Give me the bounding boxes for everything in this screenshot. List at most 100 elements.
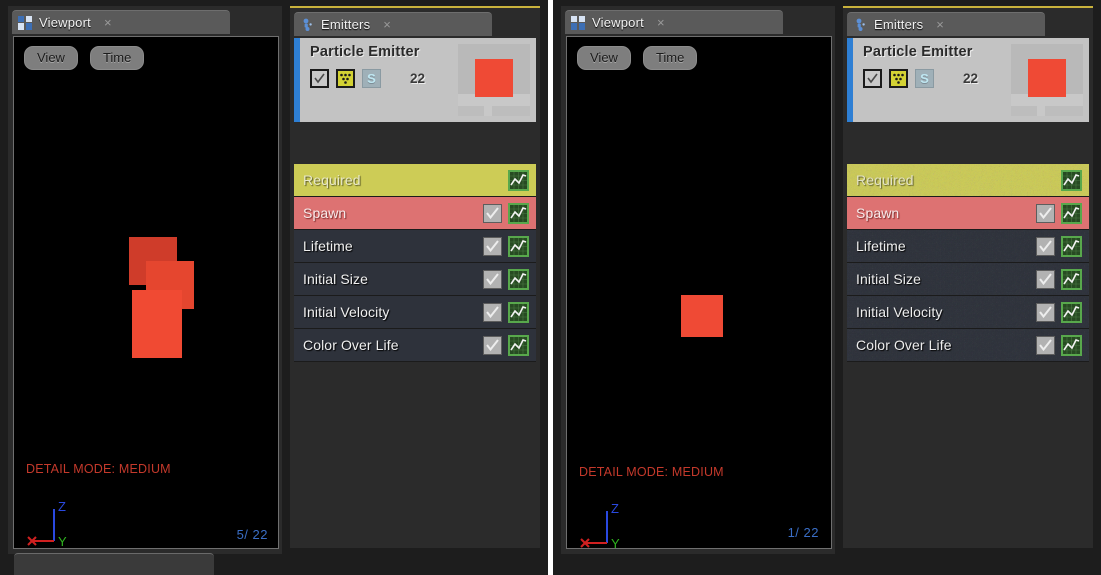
emitters-body-left: Particle Emitter S 22 Required Spawn Lif… bbox=[290, 36, 540, 548]
module-label: Initial Velocity bbox=[856, 304, 943, 320]
emitter-name: Particle Emitter bbox=[863, 44, 973, 60]
time-menu-button[interactable]: Time bbox=[642, 46, 698, 70]
viewport-quad-icon bbox=[18, 15, 32, 30]
tab-emitters-left[interactable]: Emitters × bbox=[294, 12, 492, 36]
emitter-solo-button[interactable]: S bbox=[915, 69, 934, 88]
emitter-enabled-checkbox[interactable] bbox=[310, 69, 329, 88]
module-row-required[interactable]: Required bbox=[847, 164, 1089, 197]
viewport-tabstrip-left: Viewport × bbox=[8, 6, 282, 34]
axis-gizmo-left: Z Y bbox=[22, 497, 82, 549]
svg-text:Y: Y bbox=[611, 536, 620, 549]
curve-editor-icon[interactable] bbox=[508, 301, 529, 323]
time-menu-button[interactable]: Time bbox=[89, 46, 145, 70]
module-enabled-checkbox[interactable] bbox=[1036, 335, 1055, 355]
curve-editor-icon[interactable] bbox=[1061, 301, 1082, 323]
screenshot-root: Viewport × View Time DETAIL MODE: MEDIUM… bbox=[0, 0, 1101, 575]
viewport-canvas-right[interactable]: View Time DETAIL MODE: MEDIUM Z Y 1/ 22 bbox=[566, 36, 832, 549]
viewport-canvas-left[interactable]: View Time DETAIL MODE: MEDIUM Z Y 5/ 22 bbox=[13, 36, 279, 549]
module-row-initial-size[interactable]: Initial Size bbox=[294, 263, 536, 296]
module-label: Initial Size bbox=[856, 271, 922, 287]
emitter-header-left[interactable]: Particle Emitter S 22 bbox=[294, 38, 536, 122]
module-enabled-checkbox[interactable] bbox=[1036, 302, 1055, 322]
module-row-required[interactable]: Required bbox=[294, 164, 536, 197]
tab-label: Viewport bbox=[592, 15, 644, 30]
module-row-initial-velocity[interactable]: Initial Velocity bbox=[294, 296, 536, 329]
cascade-window-left: Viewport × View Time DETAIL MODE: MEDIUM… bbox=[0, 0, 548, 575]
curve-editor-icon[interactable] bbox=[508, 202, 529, 224]
emitters-tabstrip-left: Emitters × bbox=[290, 8, 540, 36]
module-row-lifetime[interactable]: Lifetime bbox=[847, 230, 1089, 263]
emitter-enabled-checkbox[interactable] bbox=[863, 69, 882, 88]
curve-editor-icon[interactable] bbox=[1061, 169, 1082, 191]
viewport-body-right: View Time DETAIL MODE: MEDIUM Z Y 1/ 22 bbox=[561, 34, 835, 554]
curve-editor-icon[interactable] bbox=[508, 169, 529, 191]
particle-sprite bbox=[132, 290, 182, 358]
emitters-body-right: Particle Emitter S 22 Required Spawn Lif… bbox=[843, 36, 1093, 548]
detail-mode-label: DETAIL MODE: MEDIUM bbox=[26, 462, 171, 476]
svg-text:Y: Y bbox=[58, 534, 67, 549]
module-enabled-checkbox[interactable] bbox=[483, 335, 502, 355]
emitters-tabstrip-right: Emitters × bbox=[843, 8, 1093, 36]
curve-editor-icon[interactable] bbox=[508, 235, 529, 257]
curve-editor-icon[interactable] bbox=[1061, 235, 1082, 257]
viewport-toolbar-left: View Time bbox=[24, 46, 145, 70]
module-label: Spawn bbox=[856, 205, 900, 221]
module-label: Initial Velocity bbox=[303, 304, 390, 320]
tab-emitters-right[interactable]: Emitters × bbox=[847, 12, 1045, 36]
emitter-particle-icon bbox=[300, 18, 314, 32]
module-row-spawn[interactable]: Spawn bbox=[294, 197, 536, 230]
module-label: Required bbox=[856, 172, 914, 188]
module-enabled-checkbox[interactable] bbox=[483, 236, 502, 256]
module-enabled-checkbox[interactable] bbox=[1036, 203, 1055, 223]
view-menu-button[interactable]: View bbox=[577, 46, 631, 70]
emitter-particle-icon bbox=[853, 18, 867, 32]
module-row-lifetime[interactable]: Lifetime bbox=[294, 230, 536, 263]
close-icon[interactable]: × bbox=[101, 16, 115, 29]
tab-label: Emitters bbox=[874, 17, 924, 32]
viewport-panel-left: Viewport × View Time DETAIL MODE: MEDIUM… bbox=[8, 6, 282, 554]
module-label: Lifetime bbox=[856, 238, 906, 254]
module-enabled-checkbox[interactable] bbox=[1036, 269, 1055, 289]
emitter-header-right[interactable]: Particle Emitter S 22 bbox=[847, 38, 1089, 122]
tab-viewport-left[interactable]: Viewport × bbox=[12, 10, 230, 34]
tab-label: Emitters bbox=[321, 17, 371, 32]
module-row-color-over-life[interactable]: Color Over Life bbox=[294, 329, 536, 362]
module-label: Required bbox=[303, 172, 361, 188]
view-menu-button[interactable]: View bbox=[24, 46, 78, 70]
module-row-spawn[interactable]: Spawn bbox=[847, 197, 1089, 230]
module-row-initial-velocity[interactable]: Initial Velocity bbox=[847, 296, 1089, 329]
module-enabled-checkbox[interactable] bbox=[483, 302, 502, 322]
emitter-solo-button[interactable]: S bbox=[362, 69, 381, 88]
curve-editor-icon[interactable] bbox=[1061, 334, 1082, 356]
particle-preview-thumbnail bbox=[458, 44, 530, 116]
close-icon[interactable]: × bbox=[933, 18, 947, 31]
particle-preview-thumbnail bbox=[1011, 44, 1083, 116]
viewport-quad-icon bbox=[571, 15, 585, 30]
module-row-initial-size[interactable]: Initial Size bbox=[847, 263, 1089, 296]
emitter-name: Particle Emitter bbox=[310, 44, 420, 60]
module-label: Color Over Life bbox=[303, 337, 399, 353]
curve-editor-icon[interactable] bbox=[508, 334, 529, 356]
emitters-panel-left: Emitters × Particle Emitter S 22 Require… bbox=[290, 6, 540, 548]
curve-editor-icon[interactable] bbox=[1061, 202, 1082, 224]
curve-editor-icon[interactable] bbox=[1061, 268, 1082, 290]
module-label: Color Over Life bbox=[856, 337, 952, 353]
module-list-left: Required Spawn Lifetime Initial Size Ini… bbox=[294, 164, 536, 362]
emitter-particle-count: 22 bbox=[410, 71, 426, 86]
tab-viewport-right[interactable]: Viewport × bbox=[565, 10, 783, 34]
close-icon[interactable]: × bbox=[654, 16, 668, 29]
curve-editor-icon[interactable] bbox=[508, 268, 529, 290]
module-row-color-over-life[interactable]: Color Over Life bbox=[847, 329, 1089, 362]
bottom-tabstrip-partial-left[interactable] bbox=[14, 553, 214, 575]
emitters-panel-right: Emitters × Particle Emitter S 22 Require… bbox=[843, 6, 1093, 548]
cascade-window-right: Viewport × View Time DETAIL MODE: MEDIUM bbox=[553, 0, 1101, 575]
module-enabled-checkbox[interactable] bbox=[1036, 236, 1055, 256]
svg-text:Z: Z bbox=[58, 499, 66, 514]
emitter-toggle-icon[interactable] bbox=[336, 69, 355, 88]
svg-text:Z: Z bbox=[611, 501, 619, 516]
module-enabled-checkbox[interactable] bbox=[483, 269, 502, 289]
module-enabled-checkbox[interactable] bbox=[483, 203, 502, 223]
close-icon[interactable]: × bbox=[380, 18, 394, 31]
tab-label: Viewport bbox=[39, 15, 91, 30]
emitter-toggle-icon[interactable] bbox=[889, 69, 908, 88]
